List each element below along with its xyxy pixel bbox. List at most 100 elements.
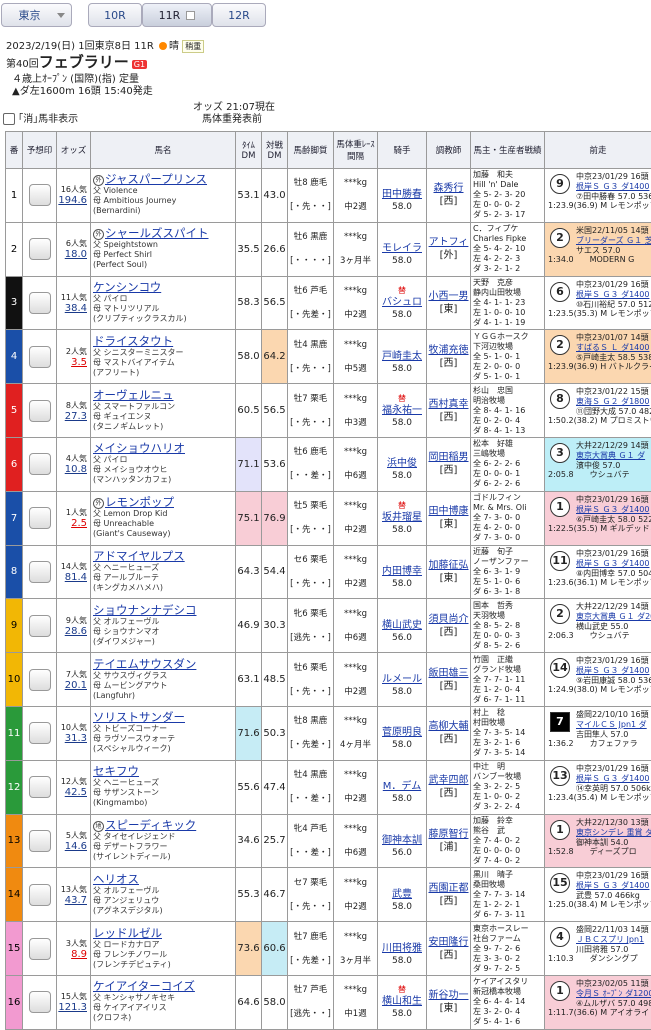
current-race-tab[interactable]: 11R bbox=[142, 3, 212, 27]
prev-race-name[interactable]: 東京大賞典 Ｇ１ ダ bbox=[576, 451, 645, 460]
horse-name-link[interactable]: メイショウハリオ bbox=[93, 441, 185, 455]
col-trainer-header[interactable]: 調教師 bbox=[427, 132, 471, 169]
col-vs-dm-header[interactable]: 対戦DM bbox=[262, 132, 288, 169]
jockey-link[interactable]: 菅原明良 bbox=[382, 727, 422, 738]
prediction-mark-cell[interactable] bbox=[23, 975, 57, 1029]
prev-race-name[interactable]: 根岸Ｓ Ｇ３ ダ1400 bbox=[576, 881, 649, 890]
jockey-link[interactable]: 横山和生 bbox=[382, 996, 422, 1007]
odds-value[interactable]: 14.6 bbox=[65, 841, 87, 852]
odds-value[interactable]: 8.9 bbox=[71, 949, 87, 960]
prev-race-name[interactable]: 根岸Ｓ Ｇ３ ダ1400 bbox=[576, 505, 649, 514]
odds-value[interactable]: 18.0 bbox=[65, 249, 87, 260]
previous-race-cell[interactable]: 11 中京23/01/29 16頭 1根岸Ｓ Ｇ３ ダ1400⑧内田博幸 57.… bbox=[545, 545, 651, 599]
prev-race-name[interactable]: ＪＢＣスプリ Jpn1 bbox=[576, 935, 644, 944]
prediction-mark-cell[interactable] bbox=[23, 706, 57, 760]
mark-button[interactable] bbox=[29, 884, 51, 906]
col-odds-header[interactable]: オッズ bbox=[57, 132, 91, 169]
jockey-link[interactable]: 御神本訓 bbox=[382, 835, 422, 846]
jockey-link[interactable]: バシュロ bbox=[382, 297, 422, 308]
prev-race-name[interactable]: 東海Ｓ Ｇ２ ダ1800 bbox=[576, 397, 649, 406]
trainer-link[interactable]: 森秀行 bbox=[434, 183, 464, 194]
previous-race-cell[interactable]: 6 中京23/01/29 16頭 1根岸Ｓ Ｇ３ ダ1400⑩石川裕紀 57.0… bbox=[545, 276, 651, 330]
trainer-link[interactable]: 小西一男 bbox=[429, 291, 469, 302]
prediction-mark-cell[interactable] bbox=[23, 760, 57, 814]
horse-name-link[interactable]: ショウナンナデシコ bbox=[93, 603, 197, 617]
col-mark-header[interactable]: 予想印 bbox=[23, 132, 57, 169]
prev-race-name[interactable]: マイルＣＳ Jpn1 ダ bbox=[576, 720, 647, 729]
prediction-mark-cell[interactable] bbox=[23, 491, 57, 545]
horse-name-link[interactable]: レモンポップ bbox=[105, 495, 174, 509]
col-no-header[interactable]: 番 bbox=[6, 132, 23, 169]
horse-name-link[interactable]: ドライスタウト bbox=[93, 334, 173, 348]
jockey-link[interactable]: 浜中俊 bbox=[387, 458, 417, 469]
prediction-mark-cell[interactable] bbox=[23, 330, 57, 384]
mark-button[interactable] bbox=[29, 292, 51, 314]
mark-button[interactable] bbox=[29, 453, 51, 475]
prediction-mark-cell[interactable] bbox=[23, 384, 57, 438]
prediction-mark-cell[interactable] bbox=[23, 545, 57, 599]
mark-button[interactable] bbox=[29, 830, 51, 852]
horse-name-link[interactable]: ソリストサンダー bbox=[93, 710, 185, 724]
jockey-link[interactable]: 横山武史 bbox=[382, 620, 422, 631]
previous-race-cell[interactable]: 1 中京23/02/05 11頭 1令月Ｓ ｵｰﾌﾟﾝ ダ1200④ムルザバ 5… bbox=[545, 975, 651, 1029]
prediction-mark-cell[interactable] bbox=[23, 276, 57, 330]
jockey-link[interactable]: 戸崎圭太 bbox=[382, 351, 422, 362]
odds-value[interactable]: 43.7 bbox=[65, 895, 87, 906]
mark-button[interactable] bbox=[29, 238, 51, 260]
previous-race-cell[interactable]: 1 中京23/01/29 16頭 1根岸Ｓ Ｇ３ ダ1400⑥戸崎圭太 58.0… bbox=[545, 491, 651, 545]
trainer-link[interactable]: 藤原智行 bbox=[429, 829, 469, 840]
prediction-mark-cell[interactable] bbox=[23, 169, 57, 223]
prediction-mark-cell[interactable] bbox=[23, 437, 57, 491]
prev-race-name[interactable]: 令月Ｓ ｵｰﾌﾟﾝ ダ1200 bbox=[576, 989, 651, 998]
trainer-link[interactable]: 牧浦充徳 bbox=[429, 345, 469, 356]
col-weight-interval-header[interactable]: 馬体重ﾚｰｽ間隔 bbox=[334, 132, 378, 169]
mark-button[interactable] bbox=[29, 615, 51, 637]
previous-race-cell[interactable]: 2 米国22/11/05 14頭 2ブリーダーズ Ｇ１ 芝サエス 57.0 1:… bbox=[545, 222, 651, 276]
horse-name-link[interactable]: ケンシンコウ bbox=[93, 280, 161, 294]
horse-name-link[interactable]: スピーディキック bbox=[105, 818, 196, 832]
trainer-link[interactable]: 西村真幸 bbox=[429, 399, 469, 410]
jockey-link[interactable]: 田中勝春 bbox=[382, 189, 422, 200]
odds-value[interactable]: 81.4 bbox=[65, 572, 87, 583]
previous-race-cell[interactable]: 2 中京23/01/07 14頭 1すばるＳ Ｌ ダ1400⑤戸崎圭太 58.5… bbox=[545, 330, 651, 384]
col-time-dm-header[interactable]: ﾀｲﾑDM bbox=[236, 132, 262, 169]
prev-race-name[interactable]: 根岸Ｓ Ｇ３ ダ1400 bbox=[576, 774, 649, 783]
previous-race-cell[interactable]: 2 大井22/12/29 14頭東京大賞典 Ｇ１ ダ2000横山武史 55.0 … bbox=[545, 599, 651, 653]
prev-race-name[interactable]: 根岸Ｓ Ｇ３ ダ1400 bbox=[576, 666, 649, 675]
prev-race-name[interactable]: 根岸Ｓ Ｇ３ ダ1400 bbox=[576, 290, 649, 299]
horse-name-link[interactable]: オーヴェルニュ bbox=[93, 388, 174, 402]
col-age-style-header[interactable]: 馬齢脚質 bbox=[288, 132, 334, 169]
prev-race-name[interactable]: 東京大賞典 Ｇ１ ダ2000 bbox=[576, 612, 651, 621]
next-race-button[interactable]: 12R bbox=[212, 3, 266, 27]
jockey-link[interactable]: 福永祐一 bbox=[382, 405, 422, 416]
previous-race-cell[interactable]: 1 大井22/12/30 13頭 1東京シンデレ 重賞 ダ御神本訓 54.0 1… bbox=[545, 814, 651, 868]
col-jockey-header[interactable]: 騎手 bbox=[378, 132, 427, 169]
mark-button[interactable] bbox=[29, 722, 51, 744]
previous-race-cell[interactable]: 14 中京23/01/29 16頭 1根岸Ｓ Ｇ３ ダ1400⑨岩田康誠 58.… bbox=[545, 653, 651, 707]
prediction-mark-cell[interactable] bbox=[23, 222, 57, 276]
jockey-link[interactable]: 武豊 bbox=[392, 889, 412, 900]
trainer-link[interactable]: 須貝尚介 bbox=[429, 614, 469, 625]
horse-name-link[interactable]: セキフウ bbox=[93, 764, 139, 778]
prev-race-name[interactable]: 根岸Ｓ Ｇ３ ダ1400 bbox=[576, 182, 649, 191]
prediction-mark-cell[interactable] bbox=[23, 599, 57, 653]
horse-name-link[interactable]: テイエムサウスダン bbox=[93, 657, 196, 671]
prev-race-name[interactable]: 根岸Ｓ Ｇ３ ダ1400 bbox=[576, 559, 649, 568]
previous-race-cell[interactable]: 3 大井22/12/29 14頭東京大賞典 Ｇ１ ダ濱中俊 57.0 2:05.… bbox=[545, 437, 651, 491]
horse-name-link[interactable]: ケイアイターコイズ bbox=[93, 979, 195, 993]
previous-race-cell[interactable]: 9 中京23/01/29 16頭 1根岸Ｓ Ｇ３ ダ1400⑦田中勝春 57.0… bbox=[545, 169, 651, 223]
prediction-mark-cell[interactable] bbox=[23, 653, 57, 707]
trainer-link[interactable]: 西園正都 bbox=[429, 883, 469, 894]
prev-race-name[interactable]: すばるＳ Ｌ ダ1400 bbox=[576, 343, 649, 352]
odds-value[interactable]: 3.5 bbox=[71, 357, 87, 368]
mark-button[interactable] bbox=[29, 991, 51, 1013]
horse-name-link[interactable]: アドマイヤルプス bbox=[93, 549, 185, 563]
mark-button[interactable] bbox=[29, 400, 51, 422]
horse-name-link[interactable]: ヘリオス bbox=[93, 872, 139, 886]
prediction-mark-cell[interactable] bbox=[23, 922, 57, 976]
previous-race-cell[interactable]: 13 中京23/01/29 16頭 1根岸Ｓ Ｇ３ ダ1400⑭幸英明 57.0… bbox=[545, 760, 651, 814]
venue-select[interactable]: 東京 bbox=[1, 3, 72, 27]
horse-name-link[interactable]: レッドルゼル bbox=[93, 926, 162, 940]
previous-race-cell[interactable]: 7 盛岡22/10/10 16頭 1マイルＣＳ Jpn1 ダ吉田隼人 57.0 … bbox=[545, 706, 651, 760]
odds-value[interactable]: 27.3 bbox=[65, 411, 87, 422]
